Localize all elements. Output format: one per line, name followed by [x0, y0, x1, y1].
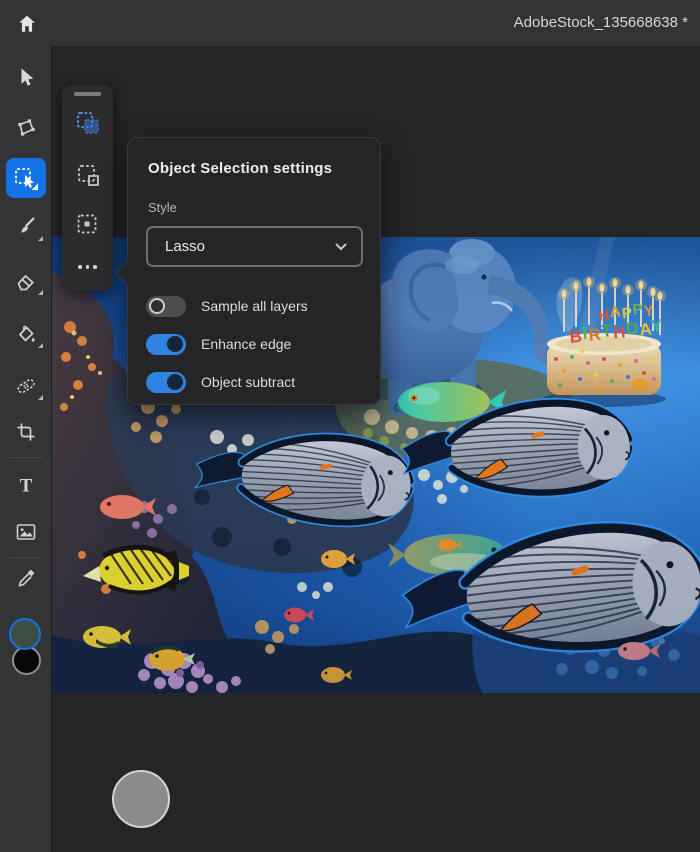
fill-tool-button[interactable]: [0, 312, 52, 356]
brush-icon: [14, 215, 38, 239]
object-selection-tool-button[interactable]: [6, 158, 46, 198]
object-selection-icon: [74, 109, 102, 137]
brush-tool-button[interactable]: [0, 205, 52, 249]
eyedropper-tool-button[interactable]: [0, 556, 52, 600]
type-icon: T: [14, 473, 38, 497]
object-selection-icon: [12, 164, 40, 192]
object-subtract-toggle[interactable]: [146, 372, 186, 393]
flyout-drag-handle[interactable]: [74, 92, 101, 96]
background-color-swatch[interactable]: [12, 646, 41, 675]
flyout-indicator: [38, 236, 43, 241]
toggle-row-sample-all-layers: Sample all layers: [146, 295, 366, 317]
style-dropdown[interactable]: Lasso: [146, 226, 363, 267]
image-icon: [14, 520, 38, 544]
flyout-indicator: [38, 343, 43, 348]
toggle-row-enhance-edge: Enhance edge: [146, 333, 366, 355]
document-title: AdobeStock_135668638 *: [514, 0, 688, 46]
bandage-icon: [14, 374, 38, 398]
flyout-select-subject[interactable]: [62, 205, 113, 245]
flyout-object-selection[interactable]: [62, 103, 113, 143]
type-tool-button[interactable]: T: [0, 463, 52, 507]
toolbar-divider: [9, 457, 43, 458]
lasso-tool-button[interactable]: [0, 106, 52, 150]
eraser-tool-button[interactable]: [0, 259, 52, 303]
object-selection-settings-popup: Object Selection settings Style Lasso Sa…: [127, 137, 381, 405]
toggle-row-object-subtract: Object subtract: [146, 371, 366, 393]
foreground-color-swatch[interactable]: [9, 618, 41, 650]
app-top-bar: AdobeStock_135668638 *: [0, 0, 700, 46]
select-subject-icon: [74, 211, 102, 239]
heal-tool-button[interactable]: [0, 364, 52, 408]
eyedropper-icon: [14, 566, 38, 590]
toggle-label: Enhance edge: [201, 336, 291, 352]
move-tool-button[interactable]: [0, 55, 52, 99]
brush-size-cursor[interactable]: [112, 770, 170, 828]
flyout-indicator: [38, 290, 43, 295]
crop-icon: [14, 420, 38, 444]
sample-all-layers-toggle[interactable]: [146, 296, 186, 317]
toggle-label: Object subtract: [201, 374, 295, 390]
popup-title: Object Selection settings: [148, 160, 332, 177]
chevron-down-icon: [335, 243, 347, 251]
eraser-icon: [14, 269, 38, 293]
crop-tool-button[interactable]: [0, 410, 52, 454]
style-dropdown-value: Lasso: [165, 238, 335, 255]
cursor-arrow-icon: [14, 65, 38, 89]
type-glyph: T: [20, 476, 33, 497]
flyout-indicator: [38, 395, 43, 400]
home-button[interactable]: [12, 9, 42, 39]
tool-bar: T: [0, 46, 52, 852]
home-icon: [16, 13, 38, 35]
quick-selection-icon: [74, 161, 102, 189]
place-image-tool-button[interactable]: [0, 510, 52, 554]
flyout-quick-selection[interactable]: [62, 155, 113, 195]
style-label: Style: [148, 200, 177, 215]
lasso-icon: [14, 116, 38, 140]
more-dots-icon: [78, 265, 97, 269]
selection-tool-flyout: [62, 85, 113, 291]
paint-bucket-icon: [14, 322, 38, 346]
toggle-label: Sample all layers: [201, 298, 308, 314]
flyout-more-options[interactable]: [62, 247, 113, 287]
enhance-edge-toggle[interactable]: [146, 334, 186, 355]
